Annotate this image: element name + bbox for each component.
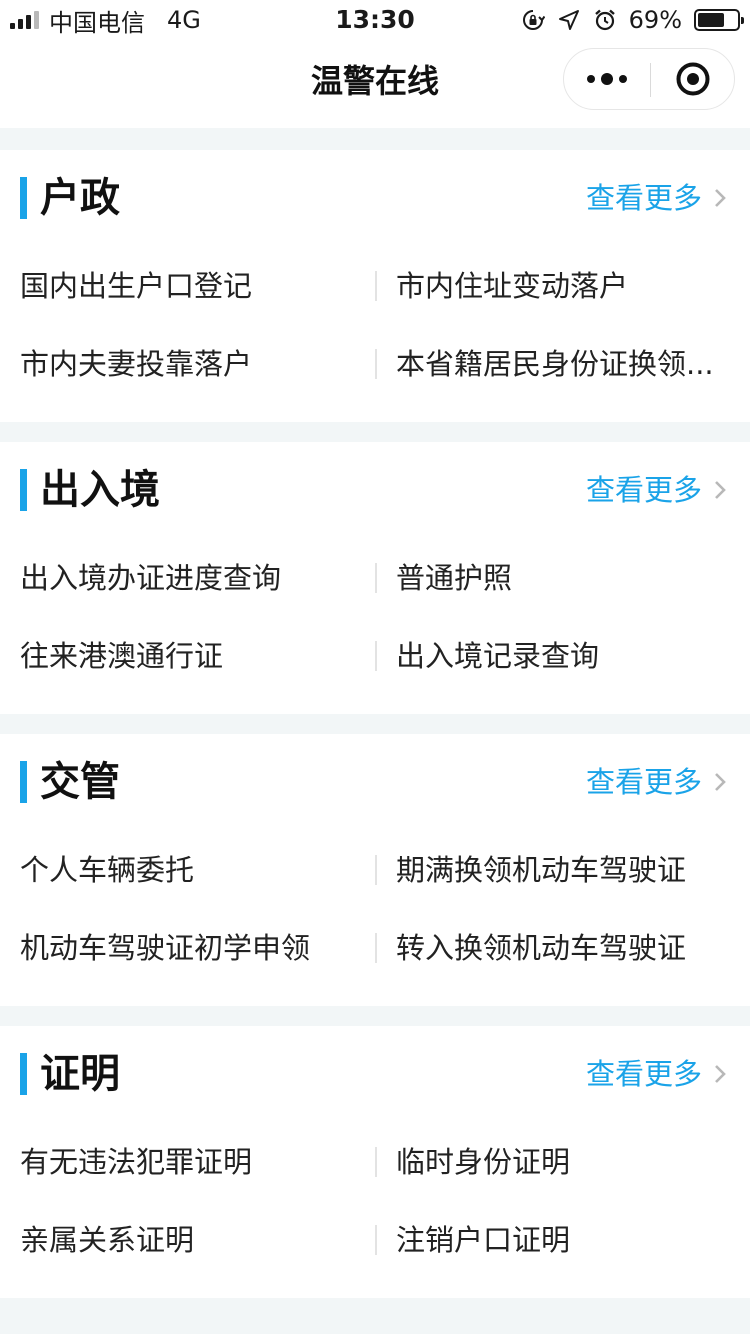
item-divider xyxy=(375,271,377,301)
service-item[interactable]: 出入境记录查询 xyxy=(396,636,728,676)
more-dots-icon xyxy=(587,75,595,83)
service-item[interactable]: 普通护照 xyxy=(396,558,728,598)
more-menu-button[interactable] xyxy=(564,49,650,109)
status-bar: 中国电信 4G 13:30 69% xyxy=(0,0,750,40)
battery-icon xyxy=(694,9,744,31)
rotation-lock-icon xyxy=(522,10,545,30)
miniprogram-capsule xyxy=(563,48,735,110)
section-huzheng: 户政 查看更多 国内出生户口登记 市内住址变动落户 市内夫妻投靠落户 本省籍居民… xyxy=(0,150,750,422)
view-more-label: 查看更多 xyxy=(585,473,702,507)
location-arrow-icon xyxy=(558,10,579,30)
battery-percentage: 69% xyxy=(628,6,682,34)
section-title: 证明 xyxy=(40,1051,120,1097)
item-divider xyxy=(375,1147,377,1177)
section-accent-bar xyxy=(20,761,27,803)
more-dots-icon-center xyxy=(601,73,613,85)
battery-level xyxy=(698,13,725,27)
status-right: 69% xyxy=(521,6,744,34)
section-accent-bar xyxy=(20,1053,27,1095)
section-churujing: 出入境 查看更多 出入境办证进度查询 普通护照 往来港澳通行证 出入境记录查询 xyxy=(0,442,750,714)
nav-bar: 温警在线 xyxy=(0,40,750,128)
service-item[interactable]: 有无违法犯罪证明 xyxy=(20,1142,365,1182)
view-more-label: 查看更多 xyxy=(585,181,702,215)
section-zhengming: 证明 查看更多 有无违法犯罪证明 临时身份证明 亲属关系证明 注销户口证明 xyxy=(0,1026,750,1298)
service-item[interactable]: 本省籍居民身份证换领... xyxy=(396,344,728,384)
view-more-label: 查看更多 xyxy=(585,1057,702,1091)
item-divider xyxy=(375,855,377,885)
item-divider xyxy=(375,1225,377,1255)
item-divider xyxy=(375,933,377,963)
view-more-link[interactable]: 查看更多 xyxy=(586,470,730,510)
service-item[interactable]: 转入换领机动车驾驶证 xyxy=(396,928,728,968)
service-item[interactable]: 注销户口证明 xyxy=(396,1220,728,1260)
section-title: 交管 xyxy=(40,759,120,805)
service-item[interactable]: 往来港澳通行证 xyxy=(20,636,365,676)
view-more-label: 查看更多 xyxy=(585,765,702,799)
view-more-link[interactable]: 查看更多 xyxy=(586,1054,730,1094)
service-item[interactable]: 临时身份证明 xyxy=(396,1142,728,1182)
service-item[interactable]: 国内出生户口登记 xyxy=(20,266,365,306)
chevron-right-icon xyxy=(715,481,726,499)
chevron-right-icon xyxy=(715,189,726,207)
chevron-right-icon xyxy=(715,773,726,791)
view-more-link[interactable]: 查看更多 xyxy=(586,178,730,218)
section-title: 出入境 xyxy=(40,467,160,513)
item-divider xyxy=(375,349,377,379)
service-item[interactable]: 市内住址变动落户 xyxy=(396,266,728,306)
item-divider xyxy=(375,641,377,671)
section-accent-bar xyxy=(20,177,27,219)
alarm-clock-icon xyxy=(594,9,615,31)
view-more-link[interactable]: 查看更多 xyxy=(586,762,730,802)
close-miniprogram-button[interactable] xyxy=(650,49,736,109)
service-item[interactable]: 机动车驾驶证初学申领 xyxy=(20,928,365,968)
service-item[interactable]: 市内夫妻投靠落户 xyxy=(20,344,365,384)
chevron-right-icon xyxy=(715,1065,726,1083)
service-item[interactable]: 亲属关系证明 xyxy=(20,1220,365,1260)
service-item[interactable]: 出入境办证进度查询 xyxy=(20,558,365,598)
service-item[interactable]: 期满换领机动车驾驶证 xyxy=(396,850,728,890)
section-jiaoguan: 交管 查看更多 个人车辆委托 期满换领机动车驾驶证 机动车驾驶证初学申领 转入换… xyxy=(0,734,750,1006)
item-divider xyxy=(375,563,377,593)
section-accent-bar xyxy=(20,469,27,511)
more-dots-icon-right xyxy=(619,75,627,83)
section-title: 户政 xyxy=(40,175,120,221)
target-circle-icon xyxy=(676,62,710,96)
service-item[interactable]: 个人车辆委托 xyxy=(20,850,365,890)
